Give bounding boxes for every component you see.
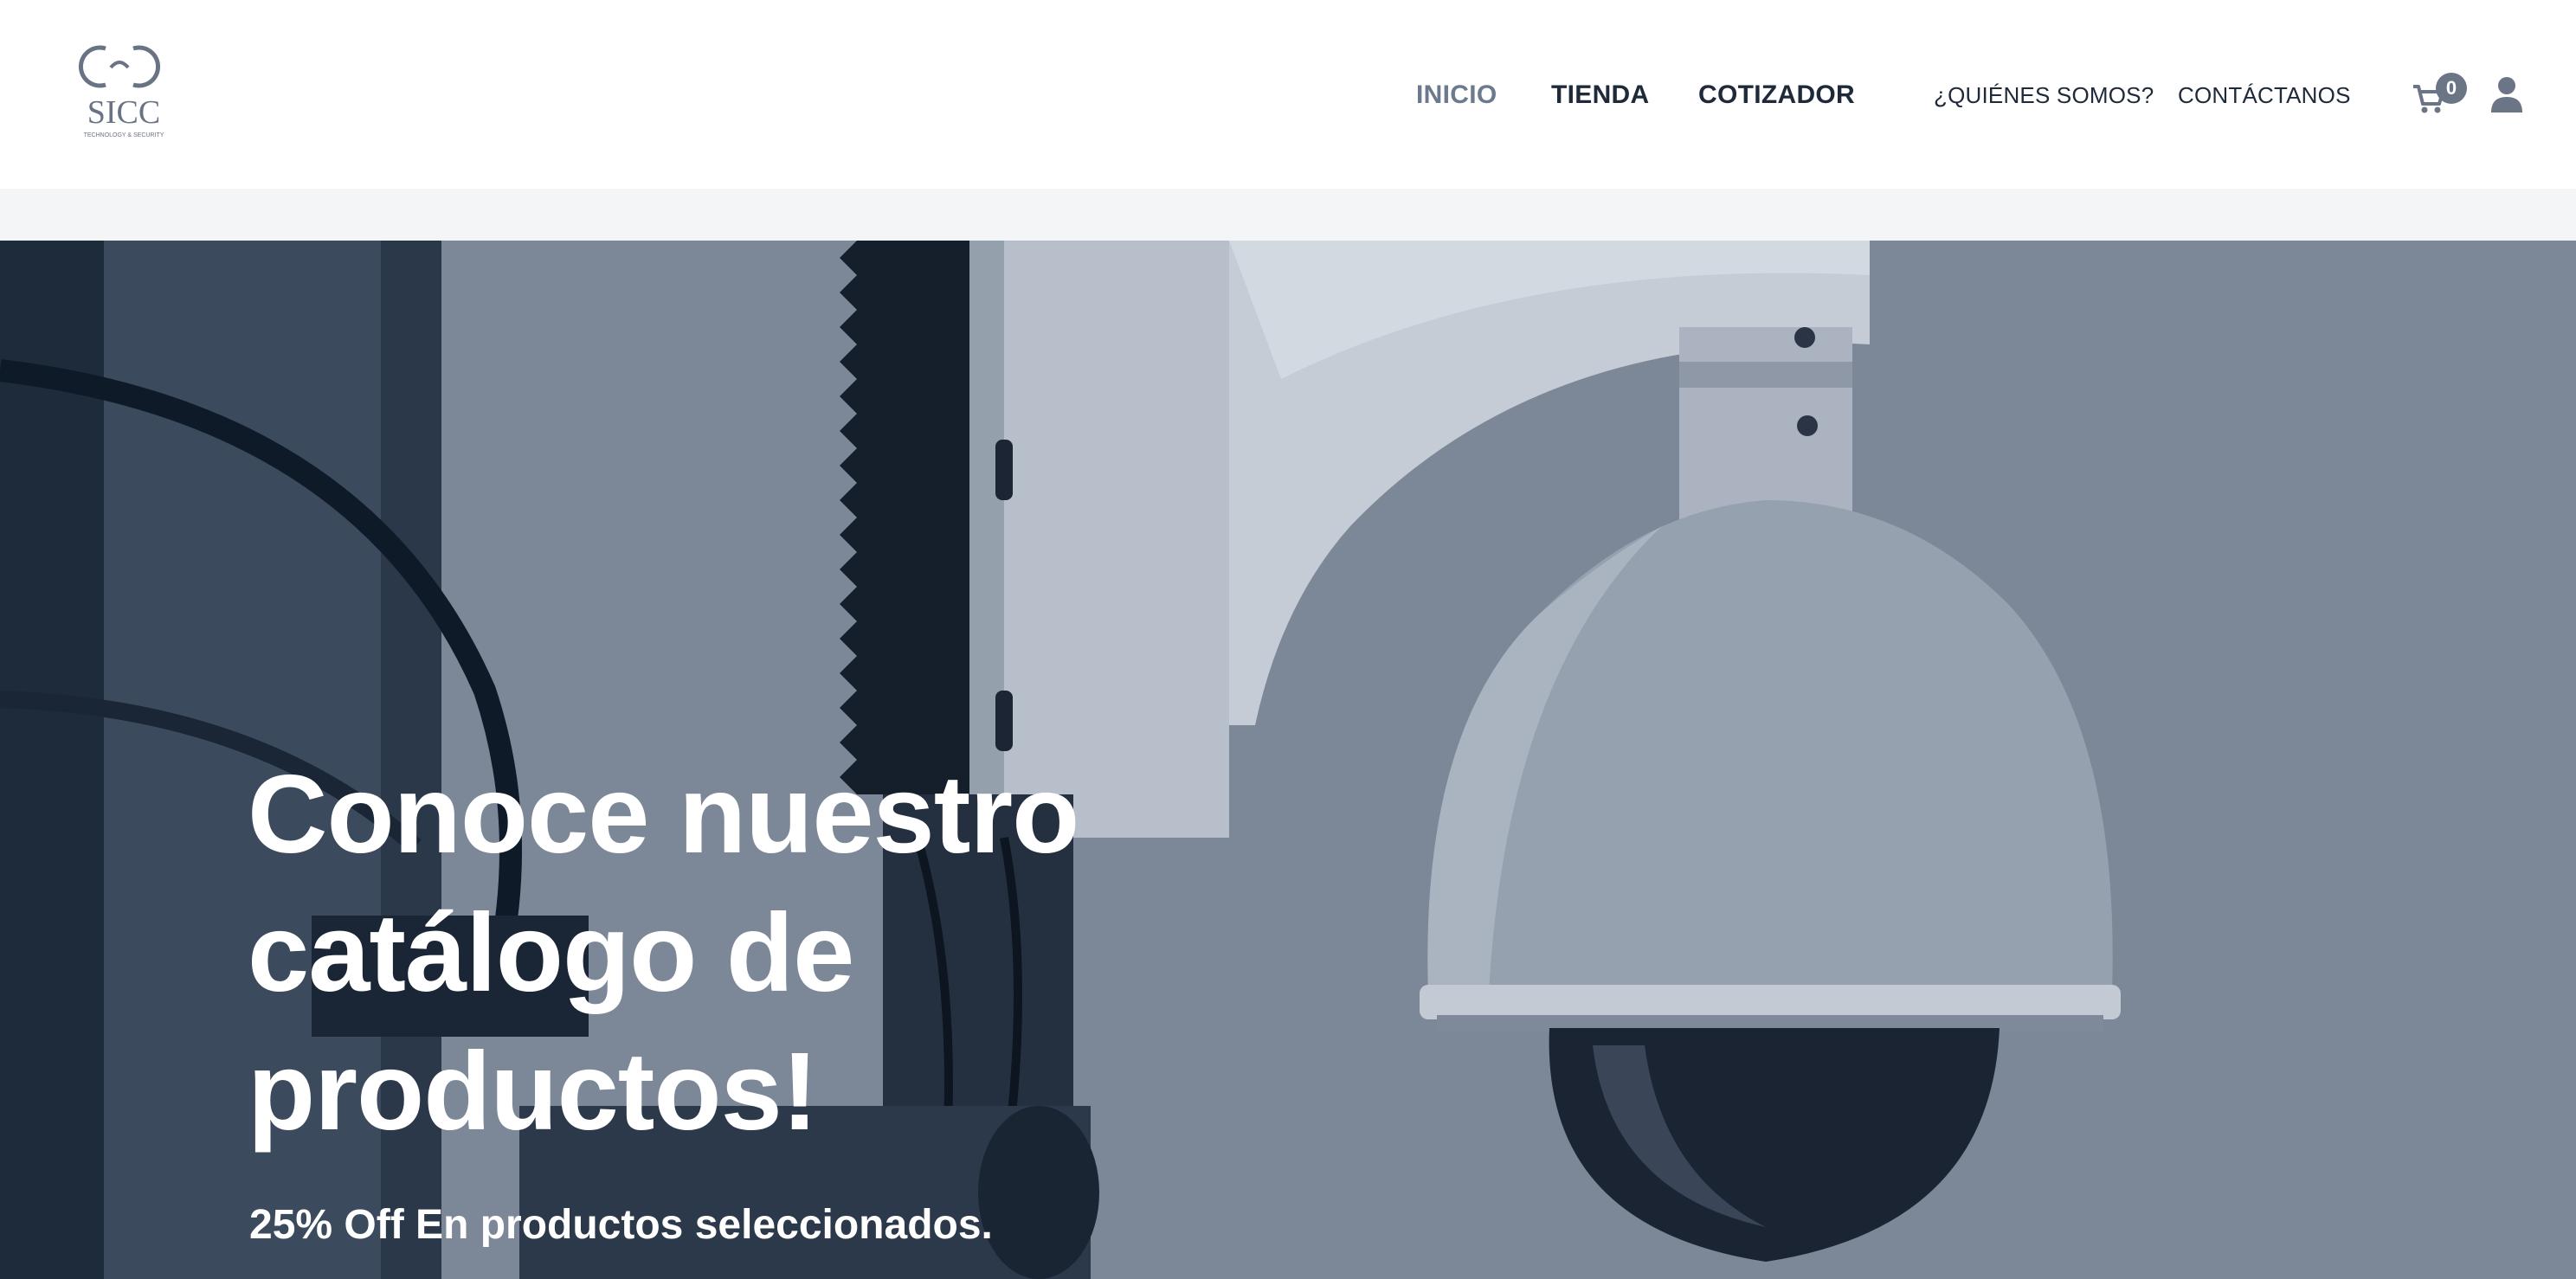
sicc-logo[interactable]: SICC TECHNOLOGY & SECURITY [76, 42, 171, 142]
logo-tagline: TECHNOLOGY & SECURITY [84, 132, 164, 138]
logo-text: SICC [87, 94, 160, 131]
cart-count-badge: 0 [2436, 73, 2467, 104]
nav-quienes-somos[interactable]: ¿QUIÉNES SOMOS? [1934, 80, 2154, 111]
nav-inicio[interactable]: INICIO [1416, 80, 1497, 111]
user-account-button[interactable] [2489, 76, 2524, 112]
user-icon [2491, 77, 2522, 112]
hero-banner: Conoce nuestro catálogo de productos! 25… [0, 241, 2576, 1279]
nav-contactanos[interactable]: CONTÁCTANOS [2178, 80, 2351, 111]
header-spacer-band [0, 189, 2576, 241]
cart-button[interactable]: 0 [2412, 73, 2469, 116]
site-header: SICC TECHNOLOGY & SECURITY INICIO TIENDA… [0, 0, 2576, 189]
hero-title: Conoce nuestro catálogo de productos! [248, 753, 1079, 1154]
hero-subtitle: 25% Off En productos seleccionados. [249, 1202, 993, 1248]
nav-cotizador[interactable]: COTIZADOR [1698, 80, 1855, 111]
nav-tienda[interactable]: TIENDA [1551, 80, 1649, 111]
